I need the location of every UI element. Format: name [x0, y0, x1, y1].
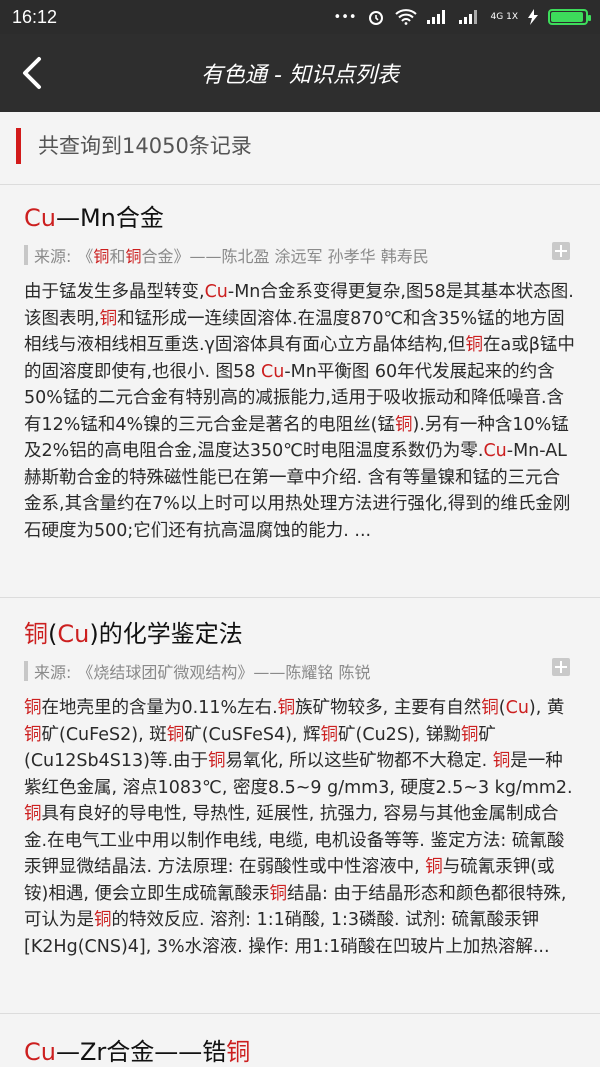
text-segment: 《: [77, 247, 94, 266]
text-segment: 易氧化, 所以这些矿物都不大稳定.: [225, 751, 493, 771]
text-segment: 《烧结球团矿微观结构》——陈耀铭 陈锐: [77, 663, 371, 682]
page-title: 有色通 - 知识点列表: [201, 63, 399, 88]
highlighted-term: Cu: [57, 620, 90, 648]
divider: [0, 184, 600, 185]
item-body: 由于锰发生多晶型转变,Cu-Mn合金系变得更复杂,图58是其基本状态图.该图表明…: [24, 279, 576, 544]
source-text: 《烧结球团矿微观结构》——陈耀铭 陈锐: [77, 659, 370, 683]
text-segment: 和: [109, 247, 126, 266]
text-segment: 族矿物较多, 主要有自然: [295, 698, 482, 718]
highlighted-term: 铜: [208, 751, 226, 771]
highlighted-term: 铜: [24, 620, 48, 648]
text-segment: 合金》——陈北盈 涂远军 孙孝华 韩寿民: [141, 247, 429, 266]
source-row: 来源: 《烧结球团矿微观结构》——陈耀铭 陈锐: [24, 659, 576, 683]
divider: [0, 597, 600, 598]
text-segment: (: [48, 620, 58, 648]
highlighted-term: 铜: [320, 724, 339, 745]
app-bar: 有色通 - 知识点列表: [0, 34, 600, 112]
status-bar: 16:12 ••• 4G 1X: [0, 0, 600, 34]
alarm-icon: [367, 8, 385, 26]
highlighted-term: 铜: [125, 247, 142, 266]
highlighted-term: 铜: [481, 698, 499, 718]
more-dots-icon: •••: [333, 9, 357, 25]
highlighted-term: 铜: [460, 724, 479, 745]
highlighted-term: Cu: [483, 441, 507, 461]
chevron-left-icon: [23, 57, 41, 89]
add-icon[interactable]: [552, 242, 570, 260]
signal-icon: [426, 10, 449, 24]
highlighted-term: 铜: [24, 804, 42, 824]
charging-icon: [528, 9, 538, 25]
battery-icon: [548, 9, 591, 25]
text-segment: 由于锰发生多晶型转变,: [24, 282, 205, 302]
divider: [0, 1013, 600, 1014]
result-count-header: 共查询到14050条记录: [0, 112, 600, 184]
source-accent-bar: [24, 245, 28, 265]
highlighted-term: 铜: [425, 857, 443, 877]
item-title: Cu—Mn合金: [24, 198, 576, 233]
highlighted-term: 铜: [269, 883, 287, 904]
network-type-label: 4G 1X: [490, 12, 518, 22]
highlighted-term: Cu: [204, 282, 228, 302]
item-body: 铜在地壳里的含量为0.11%左右.铜族矿物较多, 主要有自然铜(Cu), 黄铜矿…: [24, 695, 576, 960]
highlighted-term: 铜: [94, 910, 112, 930]
text-segment: 矿(CuFeS2), 斑: [41, 724, 167, 745]
back-button[interactable]: [8, 48, 58, 98]
signal-icon-2: [458, 10, 481, 24]
text-segment: )的化学鉴定法: [89, 620, 243, 648]
highlighted-term: 铜: [465, 335, 483, 355]
text-segment: (: [498, 698, 506, 718]
highlighted-term: 铜: [24, 698, 42, 718]
highlighted-term: Cu: [24, 204, 56, 232]
add-icon[interactable]: [552, 658, 570, 676]
highlighted-term: 铜: [24, 724, 42, 745]
status-icons: ••• 4G 1X: [333, 8, 591, 26]
source-label: 来源:: [34, 663, 72, 682]
highlighted-term: 铜: [93, 247, 110, 266]
item-title: Cu—Zr合金——锆铜: [24, 1032, 576, 1067]
highlighted-term: 铜: [226, 1038, 251, 1066]
source-label: 来源:: [34, 247, 72, 266]
list-item[interactable]: 铜(Cu)的化学鉴定法 来源: 《烧结球团矿微观结构》——陈耀铭 陈锐 铜在地壳…: [0, 614, 600, 960]
text-segment: 矿(Cu2S), 锑黝: [338, 724, 461, 745]
status-time: 16:12: [12, 6, 58, 27]
text-segment: ), 黄: [528, 698, 565, 718]
highlighted-term: 铜: [395, 414, 413, 435]
accent-bar: [16, 128, 21, 164]
highlighted-term: Cu: [261, 361, 285, 382]
wifi-icon: [394, 9, 417, 25]
list-item[interactable]: Cu—Zr合金——锆铜: [0, 1032, 600, 1067]
highlighted-term: Cu: [505, 698, 529, 718]
highlighted-term: 铜: [277, 698, 296, 718]
text-segment: —Zr合金——锆: [55, 1038, 227, 1066]
source-accent-bar: [24, 661, 28, 681]
text-segment: —Mn合金: [55, 204, 164, 232]
highlighted-term: 铜: [99, 308, 118, 329]
item-title: 铜(Cu)的化学鉴定法: [24, 614, 576, 649]
text-segment: 矿(CuSFeS4), 辉: [184, 724, 321, 745]
source-row: 来源: 《铜和铜合金》——陈北盈 涂远军 孙孝华 韩寿民: [24, 243, 576, 267]
highlighted-term: Cu: [24, 1038, 56, 1066]
highlighted-term: 铜: [492, 751, 511, 771]
source-text: 《铜和铜合金》——陈北盈 涂远军 孙孝华 韩寿民: [77, 243, 428, 267]
result-count-text: 共查询到14050条记录: [38, 134, 252, 158]
text-segment: 在地壳里的含量为0.11%左右.: [41, 698, 278, 718]
list-item[interactable]: Cu—Mn合金 来源: 《铜和铜合金》——陈北盈 涂远军 孙孝华 韩寿民 由于锰…: [0, 198, 600, 544]
highlighted-term: 铜: [166, 724, 185, 745]
